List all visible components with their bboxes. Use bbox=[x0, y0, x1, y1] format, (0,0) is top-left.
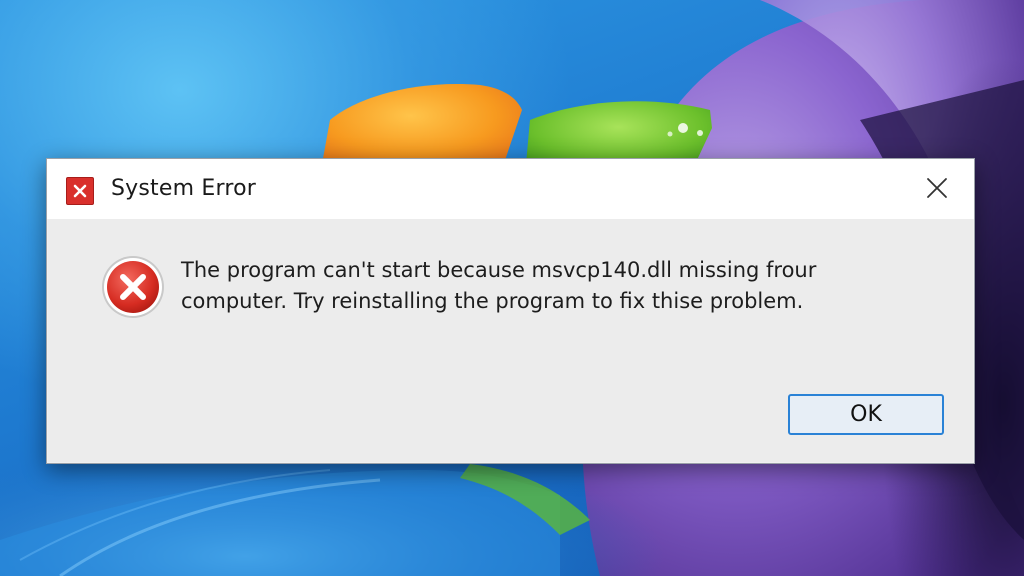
error-x-icon bbox=[66, 177, 94, 205]
ok-button[interactable]: OK bbox=[788, 394, 944, 435]
close-icon bbox=[927, 178, 947, 198]
close-button[interactable] bbox=[914, 169, 960, 207]
dialog-titlebar: System Error bbox=[47, 159, 974, 219]
error-dialog: System Error The program can't start bec… bbox=[46, 158, 975, 464]
dialog-title: System Error bbox=[111, 176, 257, 201]
error-message: The program can't start because msvcp140… bbox=[181, 255, 921, 317]
message-line-1: The program can't start because msvcp140… bbox=[181, 258, 817, 282]
error-circle-icon bbox=[101, 255, 165, 319]
message-line-2: computer. Try reinstalling the program t… bbox=[181, 289, 804, 313]
